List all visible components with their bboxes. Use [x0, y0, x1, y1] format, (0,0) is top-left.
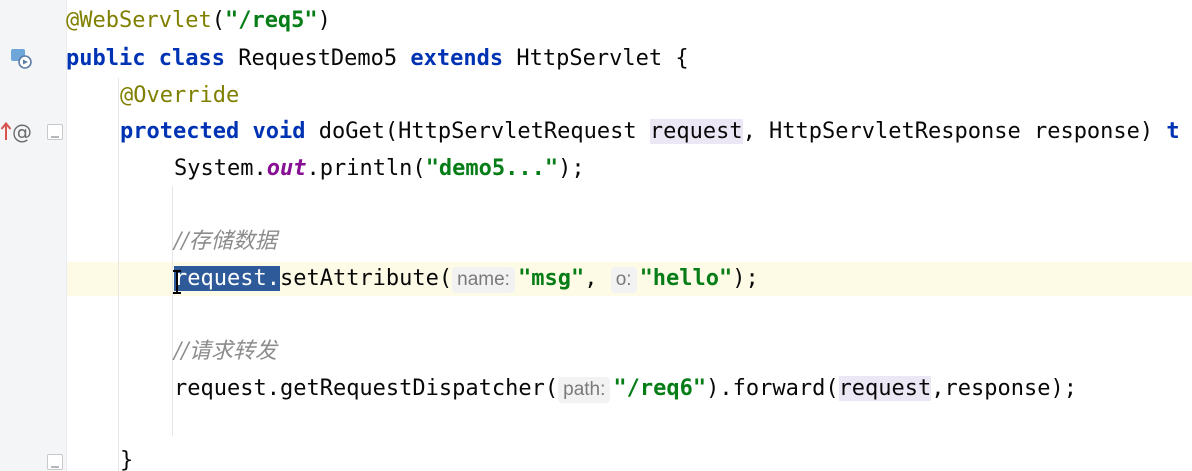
gutter[interactable]	[0, 0, 66, 471]
keyword: extends	[410, 46, 504, 71]
indent-guide	[118, 78, 119, 471]
override-annotation: @Override	[120, 83, 240, 108]
method-call: .println(	[306, 156, 426, 181]
method-signature: doGet(HttpServletRequest	[318, 119, 650, 144]
keyword: class	[158, 46, 225, 71]
paren: )	[317, 8, 331, 33]
punctuation: );	[558, 156, 585, 181]
punctuation: ,response);	[931, 376, 1077, 401]
code-line-1[interactable]: @WebServlet("/req5")	[66, 4, 331, 38]
string-literal: "hello"	[639, 266, 733, 291]
override-up-arrow-icon[interactable]	[0, 121, 12, 143]
code-line-3[interactable]: @Override	[120, 79, 239, 113]
param-hint-name: name:	[452, 267, 515, 293]
comment: //请求转发	[174, 339, 277, 364]
at-gutter-icon[interactable]: @	[12, 119, 32, 145]
string-literal: "/req5"	[224, 8, 318, 33]
request-usage: request	[838, 376, 932, 401]
keyword: public	[66, 46, 146, 71]
punctuation: ,	[584, 266, 611, 291]
brace: {	[675, 46, 689, 71]
paren: (	[211, 8, 225, 33]
string-literal: "demo5..."	[425, 156, 559, 181]
code-line-5[interactable]: System.out.println("demo5...");	[174, 152, 585, 186]
code-line-11[interactable]: request.getRequestDispatcher(path: "/req6…	[174, 372, 1077, 406]
method-signature: , HttpServletResponse response)	[742, 119, 1167, 144]
method-call: .getRequestDispatcher(	[266, 376, 559, 401]
text-cursor-icon	[173, 270, 181, 296]
class-name: RequestDemo5	[238, 46, 398, 71]
string-literal: "/req6"	[613, 376, 707, 401]
fold-icon[interactable]	[47, 454, 63, 470]
param-request-usage: request	[649, 119, 743, 144]
code-editor[interactable]: @ @WebServlet("/req5") public class Requ…	[0, 0, 1192, 471]
selected-text: request.	[174, 266, 280, 291]
brace: }	[120, 448, 134, 471]
servlet-run-icon[interactable]	[10, 47, 32, 69]
code-line-4[interactable]: protected void doGet(HttpServletRequest …	[120, 115, 1180, 149]
fold-icon[interactable]	[47, 124, 63, 140]
superclass-name: HttpServlet	[516, 46, 663, 71]
code-line-7[interactable]: //存储数据	[174, 225, 277, 259]
indent-guide	[172, 186, 173, 436]
identifier: System.	[174, 156, 267, 181]
code-line-10[interactable]: //请求转发	[174, 335, 277, 369]
comment: //存储数据	[174, 229, 277, 254]
punctuation: );	[732, 266, 759, 291]
keyword-truncated: t	[1166, 119, 1180, 144]
param-hint-o: o:	[610, 267, 637, 293]
param-hint-path: path:	[558, 377, 611, 403]
keyword: void	[252, 119, 306, 144]
code-line-8[interactable]: request.setAttribute(name: "msg", o: "hell…	[174, 262, 759, 296]
method-call: ).forward(	[706, 376, 839, 401]
string-literal: "msg"	[517, 266, 585, 291]
static-field: out	[266, 156, 307, 181]
code-line-13[interactable]: }	[120, 444, 133, 471]
method-call: setAttribute(	[279, 266, 453, 291]
code-line-2[interactable]: public class RequestDemo5 extends HttpSe…	[66, 42, 689, 76]
identifier: request	[174, 376, 267, 401]
keyword: protected	[120, 119, 240, 144]
annotation: @WebServlet	[66, 8, 212, 33]
